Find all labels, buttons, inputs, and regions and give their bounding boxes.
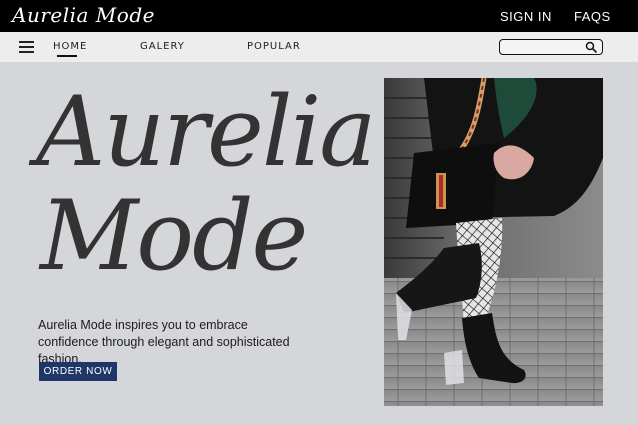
nav-item-popular[interactable]: POPULAR [247, 41, 301, 52]
search-icon[interactable] [585, 41, 597, 53]
hero-title: Aurelia Mode [36, 76, 376, 292]
order-now-button[interactable]: ORDER NOW [39, 362, 117, 381]
hero-title-line-1: Aurelia [36, 76, 376, 188]
top-bar: Aurelia Mode SIGN IN FAQS [0, 0, 638, 32]
faqs-link[interactable]: FAQS [574, 9, 611, 24]
sign-in-link[interactable]: SIGN IN [500, 9, 552, 24]
search-input[interactable] [503, 41, 579, 53]
nav-item-home[interactable]: HOME [53, 41, 87, 57]
hero-tagline: Aurelia Mode inspires you to embrace con… [38, 318, 290, 366]
search-box [499, 39, 603, 55]
brand-logo[interactable]: Aurelia Mode [12, 3, 155, 27]
hamburger-menu-icon[interactable] [19, 41, 34, 53]
nav-item-galery[interactable]: GALERY [140, 41, 185, 52]
hero-title-line-2: Mode [40, 180, 308, 292]
fashion-photo-illustration [384, 78, 603, 406]
hero-photo [384, 78, 603, 406]
